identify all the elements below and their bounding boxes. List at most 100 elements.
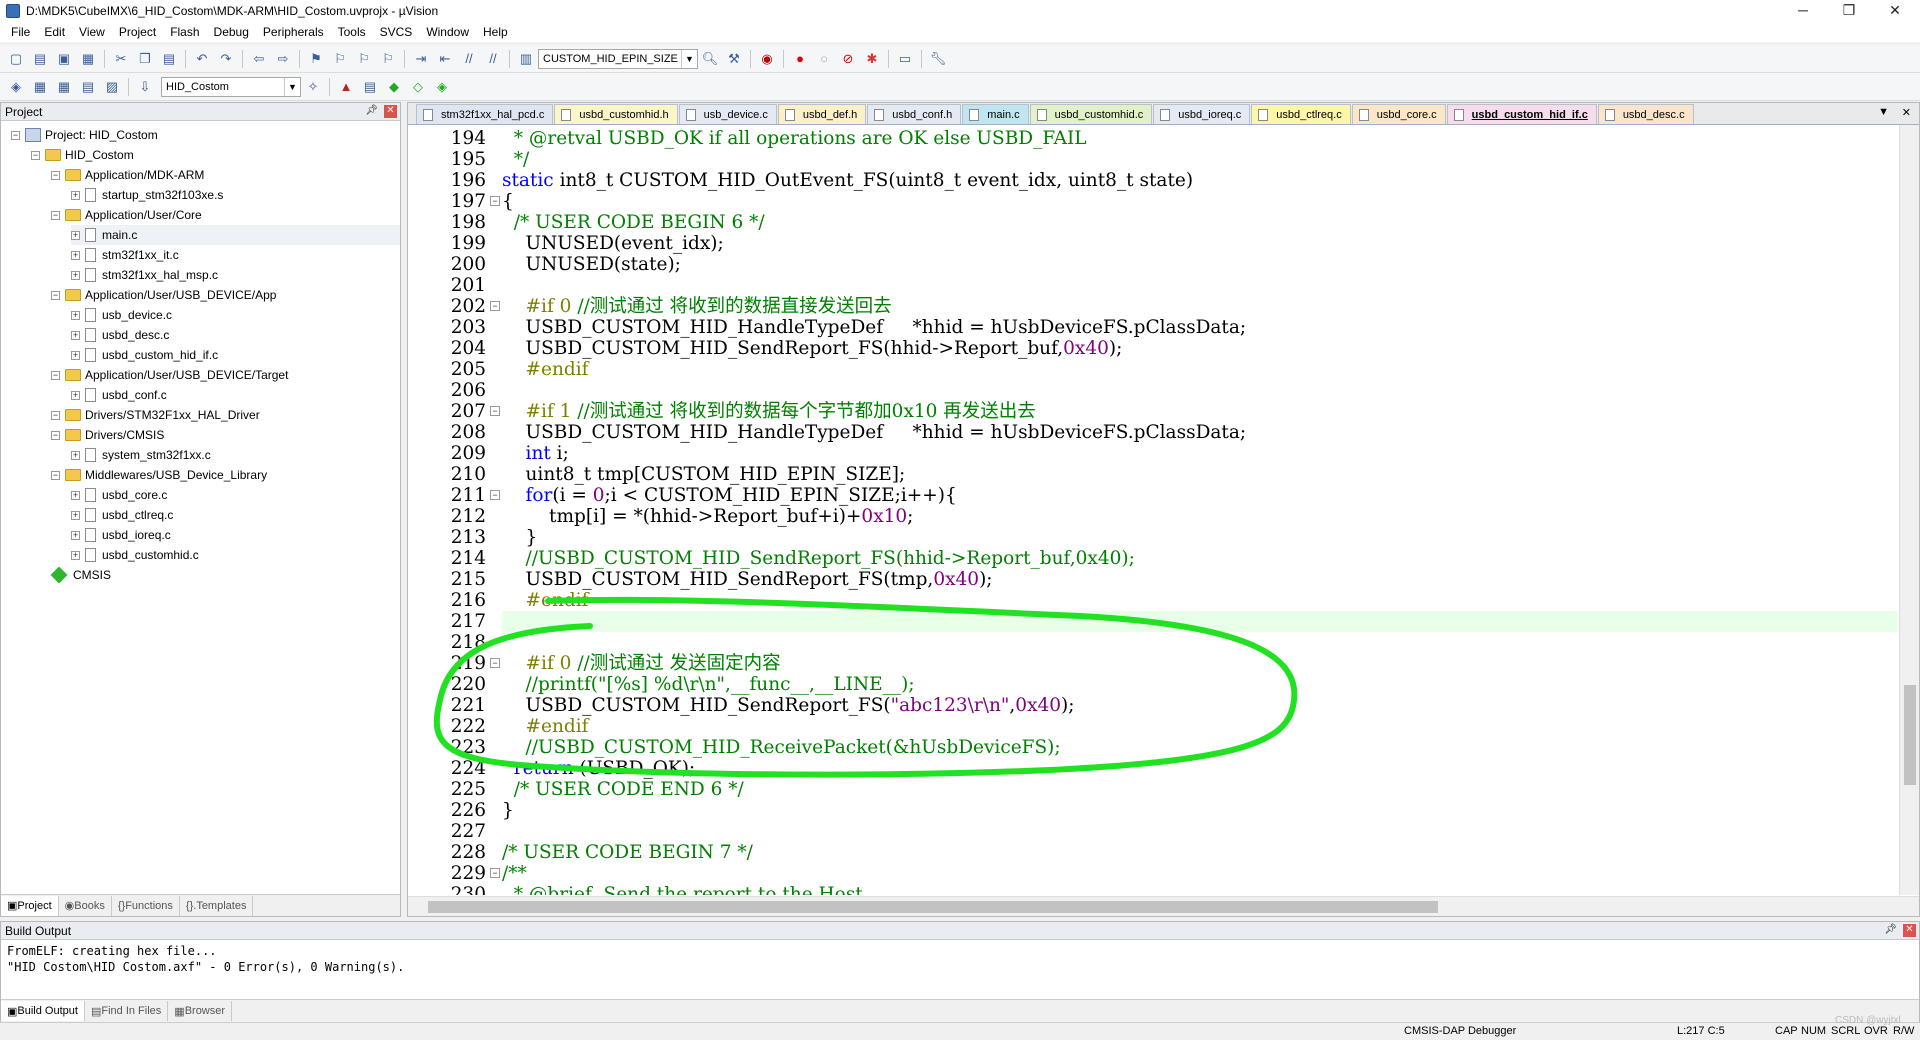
menu-debug[interactable]: Debug	[207, 25, 256, 39]
tree-item[interactable]: + usbd_customhid.c	[71, 545, 400, 565]
file-tab[interactable]: usbd_ioreq.c	[1153, 104, 1251, 124]
build-output-text[interactable]: FromELF: creating hex file... "HID Costom…	[1, 940, 1919, 1000]
code-line[interactable]: 206	[408, 380, 1898, 401]
file-tab[interactable]: main.c	[962, 104, 1029, 124]
code-line[interactable]: 200 UNUSED(state);	[408, 254, 1898, 275]
code-line[interactable]: 195 */	[408, 149, 1898, 170]
code-line[interactable]: 196 static int8_t CUSTOM_HID_OutEvent_FS(…	[408, 170, 1898, 191]
code-line[interactable]: 222 #endif	[408, 716, 1898, 737]
uncomment-icon[interactable]: //	[482, 48, 504, 70]
code-line[interactable]: 208 USBD_CUSTOM_HID_HandleTypeDef *hhid …	[408, 422, 1898, 443]
close-icon[interactable]: ✕	[1903, 924, 1916, 937]
incremental-find-icon[interactable]: ⚒	[723, 48, 745, 70]
nav-forward-icon[interactable]: ⇨	[272, 48, 294, 70]
tab-build-output[interactable]: ▣ Build Output	[1, 1001, 85, 1021]
menu-view[interactable]: View	[72, 25, 112, 39]
find-combo[interactable]: CUSTOM_HID_EPIN_SIZE ▼	[538, 48, 698, 69]
file-tab[interactable]: usbd_conf.h	[867, 104, 962, 124]
menu-file[interactable]: File	[4, 25, 37, 39]
tree-item[interactable]: − Application/User/USB_DEVICE/App	[51, 285, 400, 305]
fold-icon[interactable]: −	[490, 301, 500, 311]
collapse-icon[interactable]: −	[51, 430, 60, 440]
expand-icon[interactable]: +	[71, 330, 80, 340]
scrollbar-thumb[interactable]	[1904, 685, 1916, 785]
file-tab[interactable]: usbd_ctlreq.c	[1251, 104, 1351, 124]
manage-books-icon[interactable]: ▤	[359, 76, 381, 98]
expand-icon[interactable]: +	[71, 190, 80, 200]
close-icon[interactable]: ✕	[384, 105, 397, 118]
batch-build-icon[interactable]: ▤	[77, 76, 99, 98]
tree-item[interactable]: + usbd_core.c	[71, 485, 400, 505]
file-tab[interactable]: usbd_def.h	[777, 104, 867, 124]
code-line[interactable]: 203 USBD_CUSTOM_HID_HandleTypeDef *hhid …	[408, 317, 1898, 338]
collapse-icon[interactable]: −	[51, 170, 60, 180]
breakpoint-icon[interactable]: ●	[789, 48, 811, 70]
tree-item[interactable]: + usbd_custom_hid_if.c	[71, 345, 400, 365]
tree-item[interactable]: + main.c	[71, 225, 400, 245]
file-tab[interactable]: usbd_customhid.h	[554, 104, 678, 124]
code-line[interactable]: 215 USBD_CUSTOM_HID_SendReport_FS(tmp,0x…	[408, 569, 1898, 590]
file-tab[interactable]: usbd_customhid.c	[1029, 104, 1153, 124]
rebuild-icon[interactable]: ▦	[53, 76, 75, 98]
close-icon[interactable]: ✕	[1872, 0, 1918, 22]
code-line[interactable]: 225 /* USER CODE END 6 */	[408, 779, 1898, 800]
collapse-icon[interactable]: −	[51, 370, 60, 380]
code-area[interactable]: 194 * @retval USBD_OK if all operations …	[408, 125, 1898, 895]
expand-icon[interactable]: +	[71, 510, 80, 520]
manage-rte-icon[interactable]: ◆	[383, 76, 405, 98]
expand-icon[interactable]: +	[71, 550, 80, 560]
menu-flash[interactable]: Flash	[163, 25, 206, 39]
menu-help[interactable]: Help	[476, 25, 515, 39]
tree-item[interactable]: − Application/MDK-ARM	[51, 165, 400, 185]
code-line[interactable]: 201	[408, 275, 1898, 296]
code-line[interactable]: 228 /* USER CODE BEGIN 7 */	[408, 842, 1898, 863]
code-line[interactable]: 213 }	[408, 527, 1898, 548]
select-packs-icon[interactable]: ◇	[407, 76, 429, 98]
vertical-scrollbar[interactable]	[1899, 125, 1919, 895]
bookmark-icon[interactable]: ⚑	[305, 48, 327, 70]
copy-icon[interactable]: ❐	[134, 48, 156, 70]
menu-project[interactable]: Project	[112, 25, 163, 39]
expand-icon[interactable]: +	[71, 250, 80, 260]
collapse-icon[interactable]: −	[51, 210, 60, 220]
tab-books[interactable]: ◉ Books	[59, 895, 112, 916]
breakpoint-clear-icon[interactable]: ⊘	[837, 48, 859, 70]
expand-icon[interactable]: +	[71, 450, 80, 460]
code-line[interactable]: 229−/**	[408, 863, 1898, 884]
build-icon[interactable]: ▦	[29, 76, 51, 98]
tree-item[interactable]: + usbd_ioreq.c	[71, 525, 400, 545]
pin-icon[interactable]: 📌︎	[1884, 924, 1897, 935]
pack-installer-icon[interactable]: ◈	[431, 76, 453, 98]
code-line[interactable]: 212 tmp[i] = *(hhid->Report_buf+i)+0x10;	[408, 506, 1898, 527]
open-file-icon[interactable]: ▤	[29, 48, 51, 70]
debug-session-icon[interactable]: ◉	[756, 48, 778, 70]
new-file-icon[interactable]: ▢	[5, 48, 27, 70]
undo-icon[interactable]: ↶	[191, 48, 213, 70]
tab-templates[interactable]: {}. Templates	[180, 895, 254, 916]
collapse-icon[interactable]: −	[31, 150, 40, 160]
save-icon[interactable]: ▣	[53, 48, 75, 70]
expand-icon[interactable]: +	[71, 310, 80, 320]
code-line[interactable]: 219− #if 0 //测试通过 发送固定内容	[408, 653, 1898, 674]
code-line[interactable]: 227	[408, 821, 1898, 842]
expand-icon[interactable]: +	[71, 270, 80, 280]
tree-item[interactable]: + stm32f1xx_it.c	[71, 245, 400, 265]
tree-item[interactable]: + system_stm32f1xx.c	[71, 445, 400, 465]
code-line[interactable]: 221 USBD_CUSTOM_HID_SendReport_FS("abc12…	[408, 695, 1898, 716]
target-options-icon[interactable]: ✧	[302, 76, 324, 98]
code-line[interactable]: 217	[408, 611, 1898, 632]
tree-item[interactable]: − Project: HID_Costom	[11, 125, 391, 145]
menu-tools[interactable]: Tools	[331, 25, 373, 39]
redo-icon[interactable]: ↷	[215, 48, 237, 70]
code-line[interactable]: 220 //printf("[%s] %d\r\n",__func__,__LI…	[408, 674, 1898, 695]
find-icon[interactable]: 🔍︎	[699, 48, 721, 70]
minimize-icon[interactable]: ─	[1780, 0, 1826, 22]
tree-item[interactable]: − HID_Costom	[31, 145, 400, 165]
tree-item[interactable]: − Drivers/CMSIS	[51, 425, 400, 445]
configure-icon[interactable]: 🔧︎	[927, 48, 949, 70]
save-all-icon[interactable]: ▦	[77, 48, 99, 70]
code-line[interactable]: 226}	[408, 800, 1898, 821]
chevron-down-icon[interactable]: ▼	[681, 49, 697, 68]
code-line[interactable]: 202− #if 0 //测试通过 将收到的数据直接发送回去	[408, 296, 1898, 317]
find-in-files-icon[interactable]: ▥	[515, 48, 537, 70]
